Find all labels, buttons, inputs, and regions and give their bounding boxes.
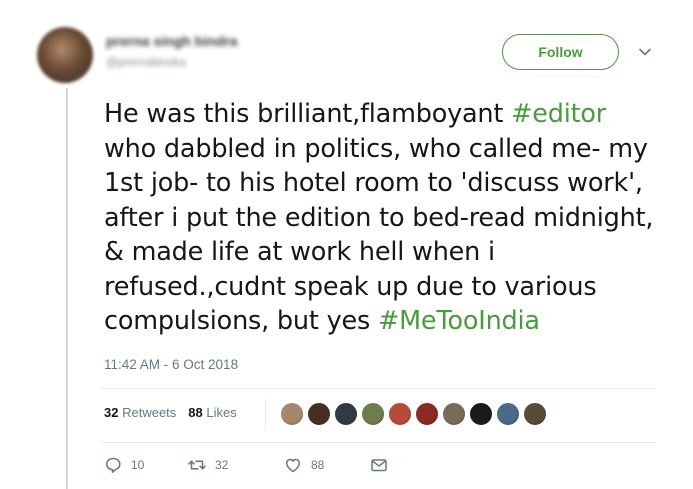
reply-button[interactable]: 10 [104,456,144,474]
retweet-button[interactable]: 32 [188,456,228,474]
avatar[interactable] [37,27,93,83]
reply-count: 10 [131,458,145,472]
tweet-text: He was this brilliant,flamboyant #editor… [104,97,664,339]
chevron-down-icon[interactable] [638,45,652,59]
liker-avatar[interactable] [307,402,331,426]
tweet-text-segment: He was this brilliant,flamboyant [104,99,512,129]
liker-avatar[interactable] [523,402,547,426]
hashtag-link[interactable]: #MeTooIndia [378,306,540,336]
thread-line [66,88,68,489]
stats-separator [265,399,266,429]
liker-avatar[interactable] [415,402,439,426]
like-count: 88 [311,458,325,472]
reply-icon [105,457,121,473]
liker-avatar[interactable] [361,402,385,426]
liker-avatar[interactable] [334,402,358,426]
retweets-count: 32 [104,405,119,420]
heart-icon [285,458,301,473]
tweet-timestamp[interactable]: 11:42 AM - 6 Oct 2018 [104,357,238,372]
likes-stat[interactable]: 88 Likes [188,405,236,420]
liker-avatars [280,402,547,426]
author-name[interactable]: prerna singh bindra [106,33,237,49]
author-handle[interactable]: @prernabindra [106,55,186,69]
liker-avatar[interactable] [496,402,520,426]
liker-avatar[interactable] [280,402,304,426]
divider [100,442,656,443]
likes-count: 88 [188,405,203,420]
retweet-icon [188,460,206,470]
liker-avatar[interactable] [442,402,466,426]
like-button[interactable]: 88 [284,456,324,474]
envelope-icon [371,459,387,472]
likes-label: Likes [206,405,237,420]
direct-message-button[interactable] [370,456,388,474]
retweets-stat[interactable]: 32 Retweets [104,405,176,420]
follow-button[interactable]: Follow [502,34,619,70]
tweet-stats: 32 Retweets 88 Likes [104,405,237,420]
retweet-count: 32 [215,458,229,472]
liker-avatar[interactable] [469,402,493,426]
retweets-label: Retweets [122,405,177,420]
hashtag-link[interactable]: #editor [511,99,606,129]
divider [100,388,656,389]
liker-avatar[interactable] [388,402,412,426]
